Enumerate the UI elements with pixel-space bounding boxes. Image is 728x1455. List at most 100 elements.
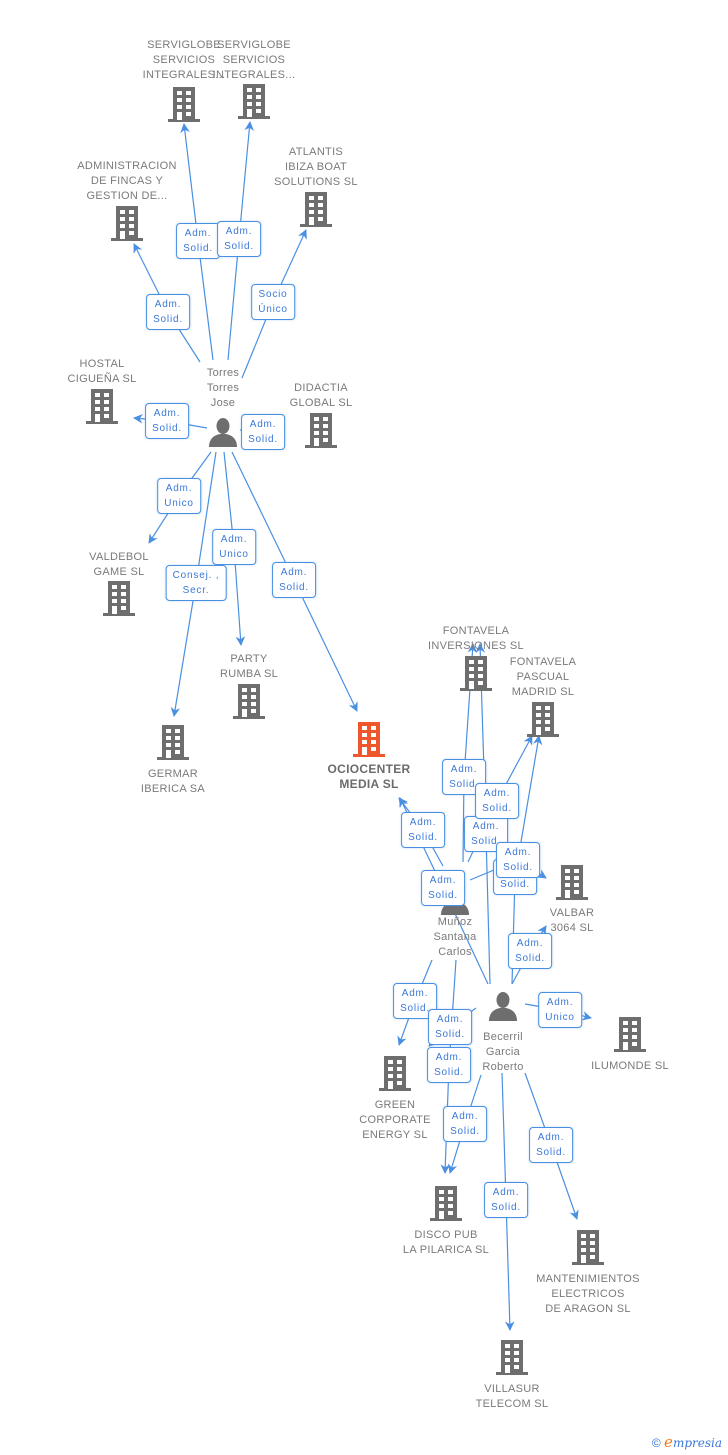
role-text: Adm. — [184, 228, 212, 239]
company-name[interactable]: GERMAR IBERICA SA — [141, 767, 205, 797]
edge-role-label[interactable]: Adm. Solid. — [475, 783, 519, 819]
building-icon[interactable] — [571, 1228, 605, 1266]
node-label-line: SERVIGLOBE — [217, 39, 291, 51]
company-name[interactable]: DIDACTIA GLOBAL SL — [290, 381, 353, 411]
edge-role-label[interactable]: Adm. Unico — [538, 992, 582, 1028]
edge-role-label[interactable]: Adm. Solid. — [428, 1009, 472, 1045]
role-text: Adm. — [504, 847, 532, 858]
company-name[interactable]: MANTENIMIENTOS ELECTRICOS DE ARAGON SL — [536, 1272, 640, 1317]
main-company-name[interactable]: OCIOCENTER MEDIA SL — [327, 762, 410, 792]
role-text: Solid. — [279, 582, 309, 593]
edge-role-label[interactable]: Consej. , Secr. — [165, 565, 227, 601]
company-name[interactable]: SERVIGLOBE SERVICIOS INTEGRALES... — [213, 38, 296, 83]
edge-role-label[interactable]: Adm. Unico — [157, 478, 201, 514]
edge-role-label[interactable]: Adm. Solid. — [443, 1106, 487, 1142]
node-label-line: MADRID SL — [511, 686, 575, 698]
building-icon[interactable] — [299, 190, 333, 228]
company-name[interactable]: HOSTAL CIGUEÑA SL — [67, 357, 136, 387]
company-name[interactable]: VALDEBOL GAME SL — [89, 550, 149, 580]
edge-role-label[interactable]: Adm. Solid. — [401, 812, 445, 848]
edge-role-label[interactable]: Adm. Solid. — [427, 1047, 471, 1083]
role-text: Único — [258, 304, 288, 315]
company-name[interactable]: PARTY RUMBA SL — [220, 652, 278, 682]
company-name[interactable]: VILLASUR TELECOM SL — [476, 1382, 549, 1412]
brand-logo[interactable]: empresia — [664, 1433, 722, 1451]
edge-line — [501, 1072, 507, 1201]
company-name[interactable]: ATLANTIS IBIZA BOAT SOLUTIONS SL — [274, 145, 358, 190]
edge-role-label[interactable]: Adm. Solid. — [496, 842, 540, 878]
role-text: Solid. — [428, 890, 458, 901]
edge-role-label[interactable]: Adm. Unico — [212, 529, 256, 565]
node-label-line: ENERGY SL — [362, 1129, 428, 1141]
building-icon[interactable] — [555, 863, 589, 901]
edge-role-label[interactable]: Adm. Solid. — [241, 414, 285, 450]
edge-role-label[interactable]: Adm. Solid. — [421, 870, 465, 906]
role-text: Solid. — [224, 241, 254, 252]
building-icon[interactable] — [459, 654, 493, 692]
building-icon[interactable] — [526, 700, 560, 738]
node-label-line: Jose — [210, 397, 236, 409]
role-text: Secr. — [182, 585, 210, 596]
building-icon[interactable] — [156, 723, 190, 761]
role-text: Adm. — [451, 1111, 479, 1122]
company-name[interactable]: DISCO PUB LA PILARICA SL — [403, 1228, 489, 1258]
role-text: Adm. — [492, 1187, 520, 1198]
building-icon[interactable] — [102, 579, 136, 617]
node-label-line: VILLASUR — [484, 1383, 540, 1395]
building-icon[interactable] — [352, 720, 386, 758]
edge-role-label[interactable]: Adm. Solid. — [484, 1182, 528, 1218]
node-label-line: DE ARAGON SL — [545, 1303, 631, 1315]
edge-role-label[interactable]: Adm. Solid. — [217, 221, 261, 257]
building-icon[interactable] — [495, 1338, 529, 1376]
building-icon[interactable] — [237, 82, 271, 120]
node-label-line: TELECOM SL — [475, 1398, 549, 1410]
building-icon[interactable] — [232, 682, 266, 720]
copyright-symbol: © — [651, 1436, 661, 1450]
role-text: Solid. — [500, 879, 530, 890]
company-name[interactable]: FONTAVELA INVERSIONES SL — [428, 624, 524, 654]
building-icon[interactable] — [429, 1184, 463, 1222]
node-label-line: MANTENIMIENTOS — [536, 1273, 640, 1285]
node-label-line: VALBAR — [549, 907, 595, 919]
edge-role-label[interactable]: Adm. Solid. — [145, 403, 189, 439]
building-icon[interactable] — [167, 85, 201, 123]
role-text: Adm. — [516, 938, 544, 949]
building-icon[interactable] — [85, 387, 119, 425]
node-label-line: VALDEBOL — [89, 551, 149, 563]
person-icon[interactable] — [207, 416, 239, 448]
role-text: Consej. , — [172, 570, 220, 581]
person-name[interactable]: Muñoz Santana Carlos — [433, 915, 476, 960]
building-icon[interactable] — [613, 1015, 647, 1053]
company-name[interactable]: FONTAVELA PASCUAL MADRID SL — [510, 655, 576, 700]
node-label-line: INTEGRALES... — [212, 69, 296, 81]
node-label-line: DE FINCAS Y — [90, 175, 164, 187]
role-text: Adm. — [409, 817, 437, 828]
company-name[interactable]: ADMINISTRACION DE FINCAS Y GESTION DE... — [77, 159, 177, 204]
person-name[interactable]: Torres Torres Jose — [207, 366, 239, 411]
role-text: Adm. — [436, 1014, 464, 1025]
edge-role-label[interactable]: Socio Único — [251, 284, 295, 320]
building-icon[interactable] — [110, 204, 144, 242]
company-name[interactable]: ILUMONDE SL — [591, 1059, 669, 1074]
company-name[interactable]: VALBAR 3064 SL — [550, 906, 594, 936]
person-icon[interactable] — [487, 990, 519, 1022]
role-text: Adm. — [483, 788, 511, 799]
company-name[interactable]: GREEN CORPORATE ENERGY SL — [359, 1098, 431, 1143]
edge-role-label[interactable]: Adm. Solid. — [272, 562, 316, 598]
node-label-line: GAME SL — [93, 566, 145, 578]
edge-role-label[interactable]: Adm. Solid. — [508, 933, 552, 969]
edge-line — [485, 833, 491, 985]
role-text: Unico — [545, 1012, 575, 1023]
edge-role-label[interactable]: Adm. Solid. — [529, 1127, 573, 1163]
person-name[interactable]: Becerril Garcia Roberto — [482, 1030, 523, 1075]
role-text: Adm. — [546, 997, 574, 1008]
building-icon[interactable] — [378, 1054, 412, 1092]
role-text: Adm. — [225, 226, 253, 237]
role-text: Solid. — [450, 1126, 480, 1137]
role-text: Solid. — [152, 423, 182, 434]
edge-role-label[interactable]: Adm. Solid. — [146, 294, 190, 330]
edge-role-label[interactable]: Adm. Solid. — [176, 223, 220, 259]
node-label-line: Carlos — [438, 946, 472, 958]
node-label-line: 3064 SL — [550, 922, 594, 934]
building-icon[interactable] — [304, 411, 338, 449]
